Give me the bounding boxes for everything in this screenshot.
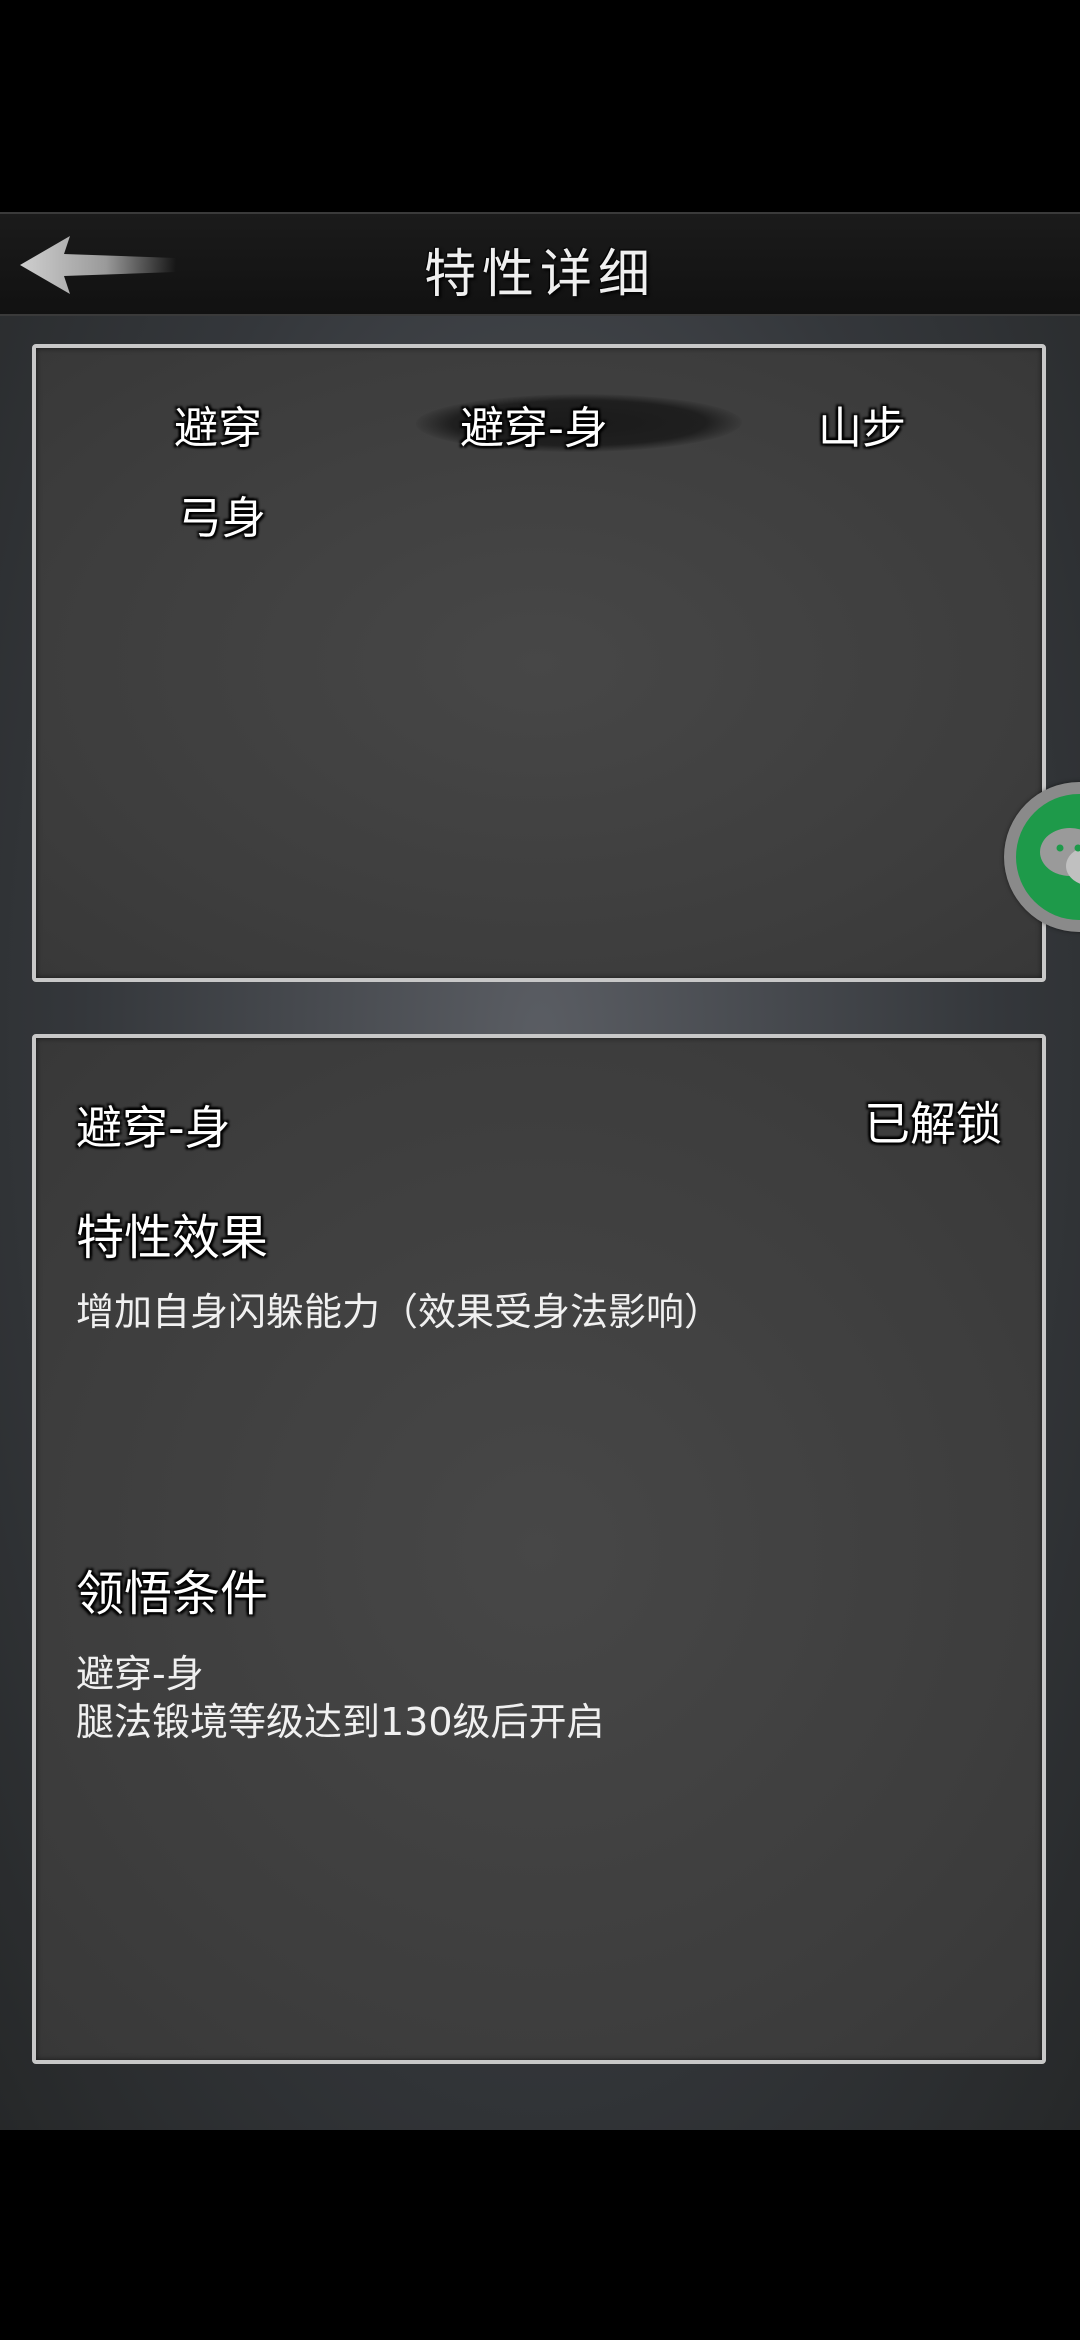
- trait-detail-panel: 避穿-身 已解锁 特性效果 增加自身闪躲能力（效果受身法影响） 领悟条件 避穿-…: [32, 1034, 1046, 2064]
- condition-text-line1: 避穿-身: [76, 1652, 204, 1696]
- page-title: 特性详细: [423, 245, 656, 305]
- screen: 特性详细 避穿 避穿-身 山步 弓身 避穿-身 已解锁 特性效果 增加自身闪躲能…: [0, 0, 1080, 2340]
- wechat-icon[interactable]: [1004, 782, 1080, 932]
- detail-trait-name: 避穿-身: [76, 1101, 231, 1155]
- effect-text: 增加自身闪躲能力（效果受身法影响）: [76, 1290, 723, 1334]
- condition-heading: 领悟条件: [76, 1566, 269, 1622]
- header-bar: 特性详细: [0, 212, 1080, 316]
- trait-item[interactable]: 弓身: [178, 482, 266, 546]
- trait-list-panel: 避穿 避穿-身 山步 弓身: [32, 344, 1046, 982]
- trait-item[interactable]: 避穿: [174, 392, 262, 456]
- chat-bubble-icon: [1040, 828, 1080, 884]
- effect-heading: 特性效果: [76, 1210, 269, 1266]
- unlock-status: 已解锁: [864, 1097, 1002, 1151]
- wechat-icon-inner: [1016, 794, 1080, 920]
- bottom-area: [0, 2130, 1080, 2340]
- trait-item[interactable]: 山步: [818, 392, 906, 456]
- condition-text-line2: 腿法锻境等级达到130级后开启: [76, 1700, 605, 1744]
- trait-item-selected[interactable]: 避穿-身: [460, 392, 608, 456]
- status-bar-area: [0, 0, 1080, 212]
